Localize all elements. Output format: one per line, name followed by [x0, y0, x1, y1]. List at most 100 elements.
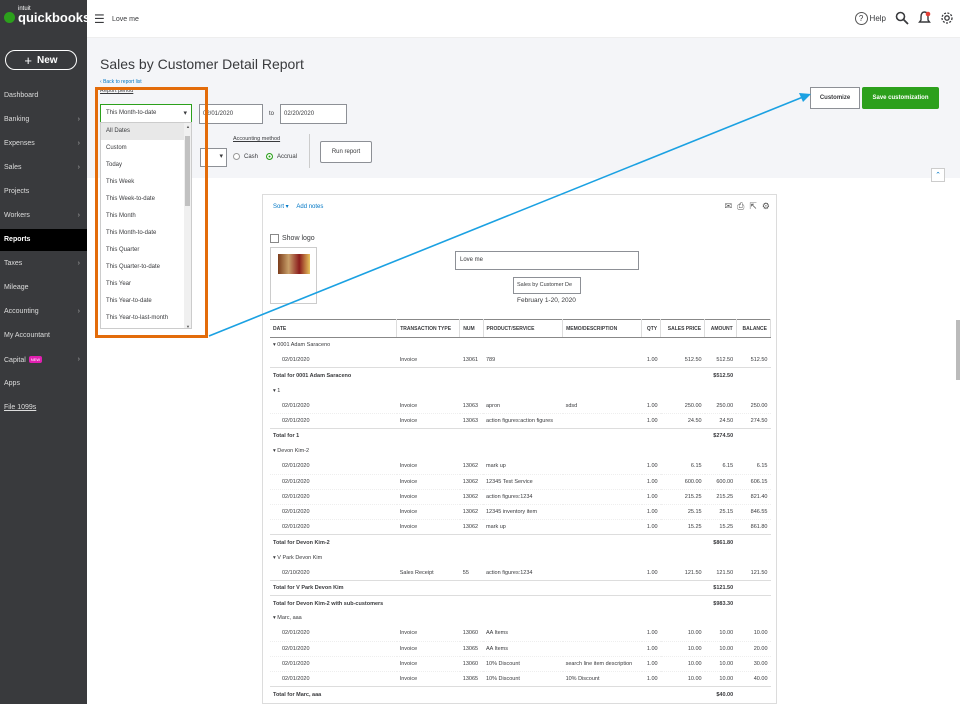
customize-button[interactable]: Customize: [810, 87, 860, 109]
sidebar-item-taxes[interactable]: Taxes ›: [0, 253, 87, 275]
table-cell[interactable]: 1.00: [641, 565, 661, 582]
table-cell[interactable]: Invoice: [396, 474, 460, 490]
accrual-radio[interactable]: [266, 153, 274, 160]
hamburger-menu-icon[interactable]: ☰: [94, 12, 105, 26]
table-cell[interactable]: search line item description: [562, 656, 642, 673]
table-cell[interactable]: 02/10/2020: [270, 565, 397, 582]
table-cell[interactable]: 13062: [459, 459, 483, 475]
sidebar-item-sales[interactable]: Sales ›: [0, 157, 87, 179]
table-cell[interactable]: 121.50: [660, 565, 705, 582]
table-cell[interactable]: Invoice: [396, 352, 460, 369]
show-logo-checkbox[interactable]: Show logo: [270, 234, 315, 243]
table-cell[interactable]: 10.00: [660, 641, 705, 657]
table-cell[interactable]: action figures:action figures: [483, 413, 563, 430]
table-cell[interactable]: 13065: [459, 671, 483, 688]
table-cell[interactable]: 20.00: [736, 641, 771, 657]
date-to-input[interactable]: 02/20/2020: [280, 104, 347, 124]
table-cell[interactable]: Invoice: [396, 504, 460, 521]
column-header[interactable]: MEMO/DESCRIPTION: [562, 319, 643, 338]
table-cell[interactable]: 789: [483, 352, 563, 369]
table-cell[interactable]: 512.50: [736, 352, 771, 369]
table-cell[interactable]: 10.00: [660, 656, 705, 673]
sidebar-item-mileage[interactable]: Mileage: [0, 277, 87, 299]
sidebar-item-my-accountant[interactable]: My Accountant: [0, 325, 87, 347]
table-cell[interactable]: 13061: [459, 352, 483, 369]
table-cell[interactable]: 13062: [459, 489, 483, 506]
table-cell[interactable]: 121.50: [736, 565, 771, 582]
table-cell[interactable]: 30.00: [736, 656, 771, 673]
table-cell[interactable]: 1.00: [641, 489, 661, 506]
table-cell[interactable]: 1.00: [641, 626, 661, 642]
sidebar-item-dashboard[interactable]: Dashboard: [0, 85, 87, 107]
back-to-report-list-link[interactable]: ‹ Back to report list: [100, 79, 142, 85]
print-icon[interactable]: ⎙: [737, 201, 744, 212]
table-cell[interactable]: 10% Discount: [562, 671, 642, 688]
column-header[interactable]: BALANCE: [736, 319, 772, 338]
table-cell[interactable]: Invoice: [396, 626, 460, 642]
checkbox[interactable]: [270, 234, 279, 243]
table-cell[interactable]: Invoice: [396, 641, 460, 657]
table-cell[interactable]: 10.00: [704, 656, 737, 673]
table-cell[interactable]: 25.15: [660, 504, 705, 521]
table-cell[interactable]: Invoice: [396, 519, 460, 536]
table-cell[interactable]: 1.00: [641, 352, 661, 369]
sidebar-item-accounting[interactable]: Accounting ›: [0, 301, 87, 323]
run-report-button[interactable]: Run report: [320, 141, 372, 163]
table-cell[interactable]: 13062: [459, 519, 483, 536]
sidebar-item-expenses[interactable]: Expenses ›: [0, 133, 87, 155]
page-scrollbar[interactable]: [956, 320, 960, 380]
group-row[interactable]: ▾ V Park Devon Kim: [270, 550, 771, 565]
table-cell[interactable]: 600.00: [704, 474, 737, 490]
table-cell[interactable]: 10% Discount: [483, 656, 563, 673]
table-cell[interactable]: 02/01/2020: [270, 626, 397, 642]
table-cell[interactable]: action figures:1234: [483, 489, 563, 506]
table-cell[interactable]: 10.00: [704, 671, 737, 688]
sidebar-item-apps[interactable]: Apps: [0, 373, 87, 395]
table-cell[interactable]: 13062: [459, 504, 483, 521]
sidebar-item-capital[interactable]: Capital NEW ›: [0, 349, 87, 371]
sidebar-item-projects[interactable]: Projects: [0, 181, 87, 203]
table-cell[interactable]: 02/01/2020: [270, 519, 397, 536]
table-cell[interactable]: Invoice: [396, 656, 460, 673]
table-cell[interactable]: 1.00: [641, 459, 661, 475]
table-cell[interactable]: 10.00: [736, 626, 771, 642]
table-cell[interactable]: 13060: [459, 656, 483, 673]
sidebar-item-banking[interactable]: Banking ›: [0, 109, 87, 131]
table-cell[interactable]: 1.00: [641, 413, 661, 430]
table-cell[interactable]: 250.00: [704, 398, 737, 414]
table-cell[interactable]: 606.15: [736, 474, 771, 490]
table-cell[interactable]: 215.25: [704, 489, 737, 506]
table-cell[interactable]: 512.50: [704, 352, 737, 369]
column-header[interactable]: PRODUCT/SERVICE: [483, 319, 564, 338]
report-company-name-field[interactable]: Love me: [455, 251, 639, 270]
collapse-chevron-up-icon[interactable]: ⌃: [931, 168, 945, 182]
cash-radio[interactable]: [233, 153, 240, 160]
sidebar-item-file-1099s[interactable]: File 1099s: [0, 397, 87, 419]
column-header[interactable]: NUM: [459, 319, 484, 338]
table-cell[interactable]: action figures:1234: [483, 565, 563, 582]
group-row[interactable]: ▾ 1: [270, 383, 771, 398]
sidebar-item-workers[interactable]: Workers ›: [0, 205, 87, 227]
settings-gear-icon[interactable]: [940, 11, 954, 25]
table-cell[interactable]: 25.15: [704, 504, 737, 521]
table-cell[interactable]: AA Items: [483, 626, 563, 642]
table-cell[interactable]: sdsd: [562, 398, 642, 414]
new-button[interactable]: + New: [5, 50, 77, 70]
table-cell[interactable]: 13065: [459, 641, 483, 657]
table-cell[interactable]: 215.25: [660, 489, 705, 506]
table-cell[interactable]: 10.00: [704, 626, 737, 642]
table-cell[interactable]: 02/01/2020: [270, 489, 397, 506]
column-header[interactable]: AMOUNT: [704, 319, 737, 338]
table-cell[interactable]: 6.15: [736, 459, 771, 475]
report-title-field[interactable]: Sales by Customer De: [513, 277, 581, 294]
table-cell[interactable]: 10.00: [660, 671, 705, 688]
table-cell[interactable]: 1.00: [641, 474, 661, 490]
table-cell[interactable]: mark up: [483, 519, 563, 536]
sort-button[interactable]: Sort ▾: [273, 204, 289, 210]
quickbooks-logo[interactable]: intuit quickbooks: [4, 6, 90, 25]
table-cell[interactable]: 40.00: [736, 671, 771, 688]
sidebar-item-reports[interactable]: Reports: [0, 229, 87, 251]
table-cell[interactable]: 121.50: [704, 565, 737, 582]
group-row[interactable]: ▾ Devon Kim-2: [270, 444, 771, 459]
group-row[interactable]: ▾ Marc, aaa: [270, 611, 771, 626]
